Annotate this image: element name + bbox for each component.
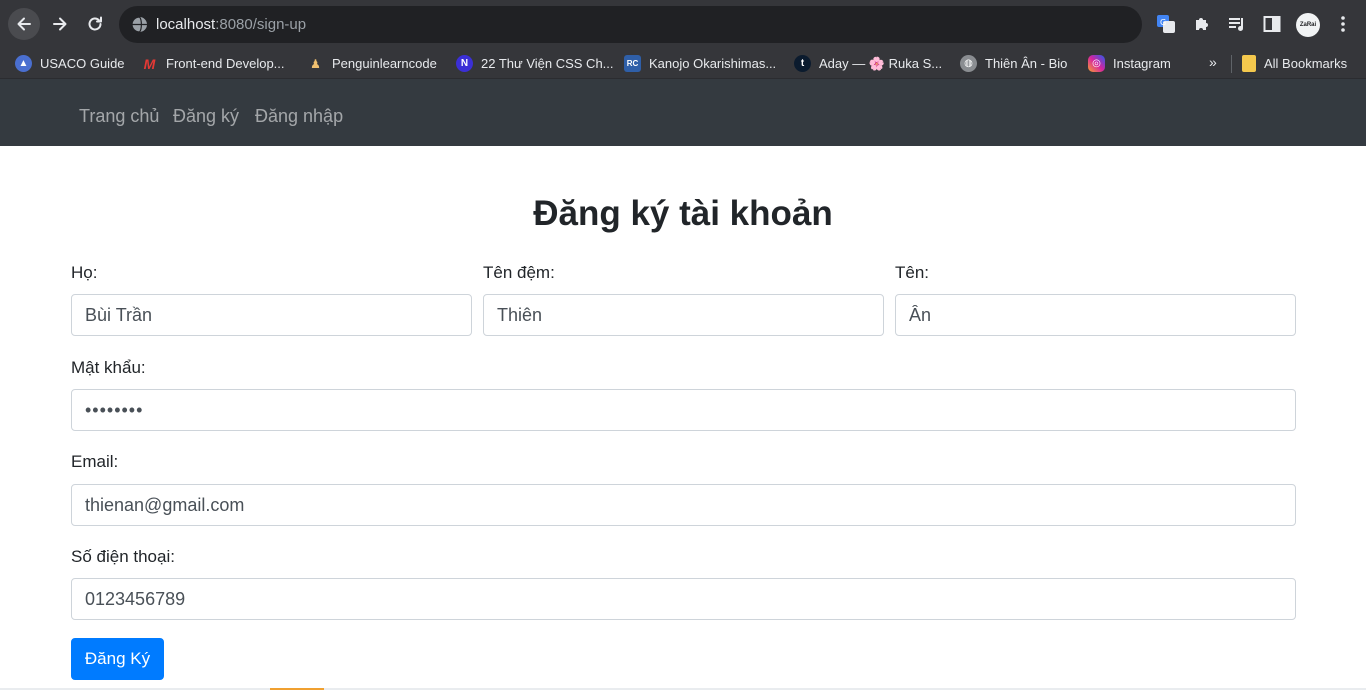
bookmarks-overflow-chevron[interactable]: » [1209,54,1217,70]
bookmark-label: Penguinlearncode [332,56,437,71]
middle-name-input[interactable] [483,294,884,336]
page-title: Đăng ký tài khoản [533,194,833,233]
media-queue-button[interactable] [1227,14,1247,34]
tumblr-icon: t [794,55,811,72]
folder-icon [1242,55,1256,72]
email-label: Email: [71,452,119,471]
extensions-button[interactable] [1192,14,1212,34]
reload-icon [88,16,102,31]
bookmark-label: 22 Thư Viện CSS Ch... [481,56,614,71]
translate-extension[interactable]: G [1156,14,1176,34]
side-panel-icon [1263,16,1281,32]
phone-input[interactable] [71,578,1296,620]
m-red-icon: M [143,55,156,72]
svg-text:G: G [1160,18,1166,27]
globe-icon: ◍ [960,55,977,72]
n-icon: N [456,55,473,72]
bookmark-css-library[interactable]: N 22 Thư Viện CSS Ch... [456,54,614,73]
phone-label: Số điện thoại: [71,547,175,566]
bookmarks-separator [1231,55,1232,73]
bookmark-instagram[interactable]: ◎ Instagram [1088,54,1171,73]
arrow-left-icon [17,17,31,31]
rc-icon: RC [624,55,641,72]
playlist-icon [1229,18,1243,31]
last-name-label: Họ: [71,263,98,282]
all-bookmarks-label: All Bookmarks [1264,56,1348,71]
more-vert-icon [1341,16,1345,32]
signup-submit-button[interactable]: Đăng Ký [71,638,164,680]
bookmark-penguinlearncode[interactable]: ♟ Penguinlearncode [307,54,437,73]
nav-link-home[interactable]: Trang chủ [79,105,159,127]
site-info-icon[interactable] [131,16,148,33]
back-button[interactable] [8,8,40,40]
bookmark-thien-an-bio[interactable]: ◍ Thiên Ân - Bio [960,54,1067,73]
middle-name-label: Tên đệm: [483,263,555,282]
nav-link-login[interactable]: Đăng nhập [255,105,343,127]
last-name-input[interactable] [71,294,472,336]
bookmark-front-end[interactable]: M Front-end Develop... [141,54,285,73]
usaco-icon: ▲ [15,55,32,72]
instagram-icon: ◎ [1088,55,1105,72]
profile-avatar[interactable]: ZaRai [1296,13,1320,37]
bookmark-label: Kanojo Okarishimas... [649,56,777,71]
address-bar[interactable]: localhost:8080/sign-up [119,6,1142,43]
penguin-icon: ♟ [310,56,321,71]
url-path: :8080/sign-up [215,16,307,33]
side-panel-button[interactable] [1262,14,1282,34]
email-input[interactable] [71,484,1296,526]
all-bookmarks-button[interactable]: All Bookmarks [1242,54,1347,73]
forward-button[interactable] [44,8,76,40]
first-name-label: Tên: [895,263,930,282]
url-text: localhost:8080/sign-up [156,16,306,33]
password-label: Mật khẩu: [71,358,146,377]
puzzle-icon [1196,18,1208,30]
bookmark-kanojo[interactable]: RC Kanojo Okarishimas... [624,54,776,73]
bookmark-usaco-guide[interactable]: ▲ USACO Guide [15,54,125,73]
arrow-right-icon [53,17,67,31]
bookmarks-bar: ▲ USACO Guide M Front-end Develop... ♟ P… [0,48,1366,79]
password-input[interactable] [71,389,1296,431]
bookmark-label: USACO Guide [40,56,125,71]
bookmark-aday[interactable]: t Aday — 🌸 Ruka S... [794,54,942,73]
bookmark-label: Thiên Ân - Bio [985,56,1068,71]
bookmark-label: Front-end Develop... [166,56,285,71]
browser-toolbar: localhost:8080/sign-up G ZaRai [0,0,1366,48]
bookmark-label: Instagram [1113,56,1171,71]
url-host: localhost [156,16,216,33]
reload-button[interactable] [79,8,111,40]
browser-menu-button[interactable] [1333,14,1353,34]
nav-link-signup[interactable]: Đăng ký [173,105,239,127]
translate-icon: G [1157,15,1175,33]
first-name-input[interactable] [895,294,1296,336]
bookmark-label: Aday — 🌸 Ruka S... [819,55,943,71]
site-navbar: Trang chủ Đăng ký Đăng nhập [0,79,1366,146]
